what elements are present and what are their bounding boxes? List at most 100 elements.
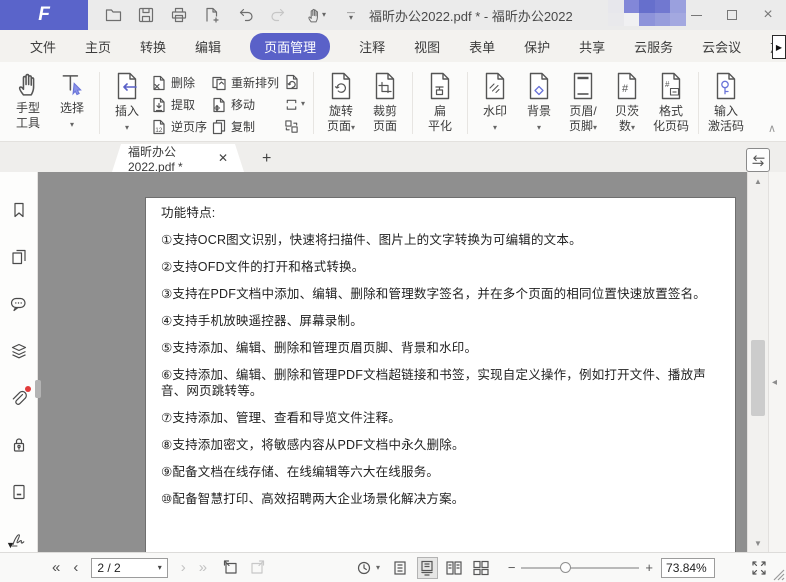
fullscreen-button[interactable] xyxy=(749,557,770,579)
quick-access-toolbar: ▾ — ▾ xyxy=(104,6,355,24)
new-document-button[interactable] xyxy=(203,6,221,24)
tab-form[interactable]: 表单 xyxy=(469,37,495,56)
first-page-button[interactable]: « xyxy=(52,560,60,575)
tab-share[interactable]: 共享 xyxy=(579,37,605,56)
page-box-caret-icon: ▾ xyxy=(157,562,162,572)
foxit-logo[interactable]: F xyxy=(0,0,88,30)
crop-page-icon xyxy=(375,72,395,100)
zoom-controls: − + 73.84% xyxy=(502,557,716,578)
zoom-level-box[interactable]: 73.84% xyxy=(661,557,716,578)
continuous-facing-view-button[interactable] xyxy=(471,557,492,579)
security-panel-button[interactable] xyxy=(9,435,29,455)
insert-pages-button[interactable]: 插入 ▾ xyxy=(105,66,149,134)
extract-pages-button[interactable]: 提取 xyxy=(151,95,207,114)
tab-comment[interactable]: 注释 xyxy=(359,37,385,56)
zoom-slider[interactable] xyxy=(521,561,640,573)
delete-pages-button[interactable]: 删除 xyxy=(151,73,207,92)
select-tool-button[interactable]: 选择 ▾ xyxy=(50,66,94,131)
split-document-button[interactable]: ▾ xyxy=(284,95,305,113)
attachments-panel-button[interactable] xyxy=(9,386,31,408)
header-footer-button[interactable]: 页眉/页脚▾ xyxy=(561,66,605,134)
replace-page-icon xyxy=(286,74,298,90)
rearrange-pages-button[interactable]: 重新排列 xyxy=(211,73,279,92)
tab-protect[interactable]: 保护 xyxy=(524,37,550,56)
format-page-number-button[interactable]: # 格式 化页码 xyxy=(649,66,693,134)
document-canvas[interactable]: 功能特点: ①支持OCR图文识别，快速将扫描件、图片上的文字转换为可编辑的文本。… xyxy=(38,172,747,552)
rotate-caret-icon: ▾ xyxy=(351,123,356,132)
sidebar-more-icon[interactable]: ▼ xyxy=(6,540,15,550)
account-redacted-blur[interactable] xyxy=(608,0,686,26)
last-page-button[interactable]: » xyxy=(199,560,207,575)
scroll-down-icon[interactable]: ▼ xyxy=(754,539,762,548)
tab-page-management[interactable]: 页面管理 xyxy=(250,32,331,60)
background-button[interactable]: 背景 ▾ xyxy=(517,66,561,134)
tab-cloud-service[interactable]: 云服务 xyxy=(634,37,673,56)
doc-line: ①支持OCR图文识别，快速将扫描件、图片上的文字转换为可编辑的文本。 xyxy=(161,233,582,247)
fields-panel-button[interactable] xyxy=(9,482,29,502)
comments-panel-button[interactable] xyxy=(9,294,29,314)
document-tab-active[interactable]: 福昕办公2022.pdf * ✕ xyxy=(112,144,244,172)
save-button[interactable] xyxy=(137,6,155,24)
toolbar-separator xyxy=(99,72,100,134)
single-page-view-button[interactable] xyxy=(390,557,411,579)
tab-cloud-meeting[interactable]: 云会议 xyxy=(702,37,741,56)
rotate-pages-button[interactable]: 旋转 页面▾ xyxy=(319,66,363,134)
duplicate-pages-button[interactable]: 复制 xyxy=(211,117,279,136)
scrollbar-thumb[interactable] xyxy=(751,340,765,416)
ribbon-tab-scroll-button[interactable]: ▶ xyxy=(772,35,786,59)
page-number-box[interactable]: 2 / 2 ▾ xyxy=(91,557,168,578)
minimize-button[interactable] xyxy=(678,0,714,30)
vertical-scrollbar[interactable]: ▲ ▼ xyxy=(747,172,768,552)
move-pages-button[interactable]: 移动 xyxy=(211,95,279,114)
document-tab-close-icon[interactable]: ✕ xyxy=(218,151,228,165)
continuous-view-button[interactable] xyxy=(416,556,438,579)
undo-button[interactable] xyxy=(236,6,254,24)
rotate-view-button[interactable] xyxy=(353,557,374,579)
replace-pages-button[interactable] xyxy=(284,73,305,91)
hand-tool-quick-button[interactable]: ▾ xyxy=(302,6,330,24)
open-file-button[interactable] xyxy=(104,6,122,24)
zoom-out-button[interactable]: − xyxy=(502,560,522,575)
bates-numbering-button[interactable]: # 贝茨 数▾ xyxy=(605,66,649,134)
page-ops-column-2: 重新排列 移动 复制 xyxy=(211,66,279,136)
watermark-button[interactable]: 水印 ▾ xyxy=(473,66,517,134)
tab-convert[interactable]: 转换 xyxy=(140,37,166,56)
right-panel-collapse-handle[interactable]: ◂ xyxy=(772,377,777,388)
enter-activation-code-button[interactable]: 输入 激活码 xyxy=(704,66,748,134)
maximize-button[interactable] xyxy=(714,0,750,30)
next-page-button[interactable]: › xyxy=(181,560,186,575)
tab-edit[interactable]: 编辑 xyxy=(195,37,221,56)
previous-view-button[interactable] xyxy=(220,557,241,579)
status-bar: « ‹ 2 / 2 ▾ › » ▾ − + 73.84% xyxy=(0,552,786,582)
reverse-page-order-button[interactable]: 12 逆页序 xyxy=(151,117,207,136)
redo-button[interactable] xyxy=(269,6,287,24)
new-tab-button[interactable]: + xyxy=(262,151,271,167)
previous-page-button[interactable]: ‹ xyxy=(73,560,78,575)
bookmarks-panel-button[interactable] xyxy=(9,200,29,220)
window-resize-grip[interactable] xyxy=(771,567,785,581)
pages-panel-button[interactable] xyxy=(9,247,29,267)
scroll-up-icon[interactable]: ▲ xyxy=(754,177,762,186)
flatten-icon xyxy=(430,72,450,100)
close-button[interactable]: × xyxy=(750,0,786,30)
layers-panel-button[interactable] xyxy=(9,341,29,361)
crop-pages-button[interactable]: 裁剪 页面 xyxy=(363,66,407,134)
tab-file[interactable]: 文件 xyxy=(30,37,56,56)
rotate-view-caret-icon[interactable]: ▾ xyxy=(376,563,380,572)
hand-tool-button[interactable]: 手型 工具 xyxy=(6,66,50,131)
svg-text:#: # xyxy=(622,83,629,95)
swap-pages-button[interactable] xyxy=(284,117,305,135)
print-button[interactable] xyxy=(170,6,188,24)
next-view-button[interactable] xyxy=(247,557,268,579)
flatten-button[interactable]: 扁平化 xyxy=(418,66,462,134)
tab-home[interactable]: 主页 xyxy=(85,37,111,56)
collapse-toolbar-button[interactable]: ∧ xyxy=(768,122,776,135)
pdf-page[interactable]: 功能特点: ①支持OCR图文识别，快速将扫描件、图片上的文字转换为可编辑的文本。… xyxy=(145,197,736,552)
tab-view[interactable]: 视图 xyxy=(414,37,440,56)
zoom-in-button[interactable]: + xyxy=(639,560,659,575)
facing-view-button[interactable] xyxy=(444,557,465,579)
zoom-slider-thumb[interactable] xyxy=(560,561,572,573)
toggle-reading-mode-button[interactable] xyxy=(746,148,770,172)
customize-quick-access-button[interactable]: — ▾ xyxy=(347,9,355,22)
sidebar-collapse-handle[interactable] xyxy=(35,380,41,398)
